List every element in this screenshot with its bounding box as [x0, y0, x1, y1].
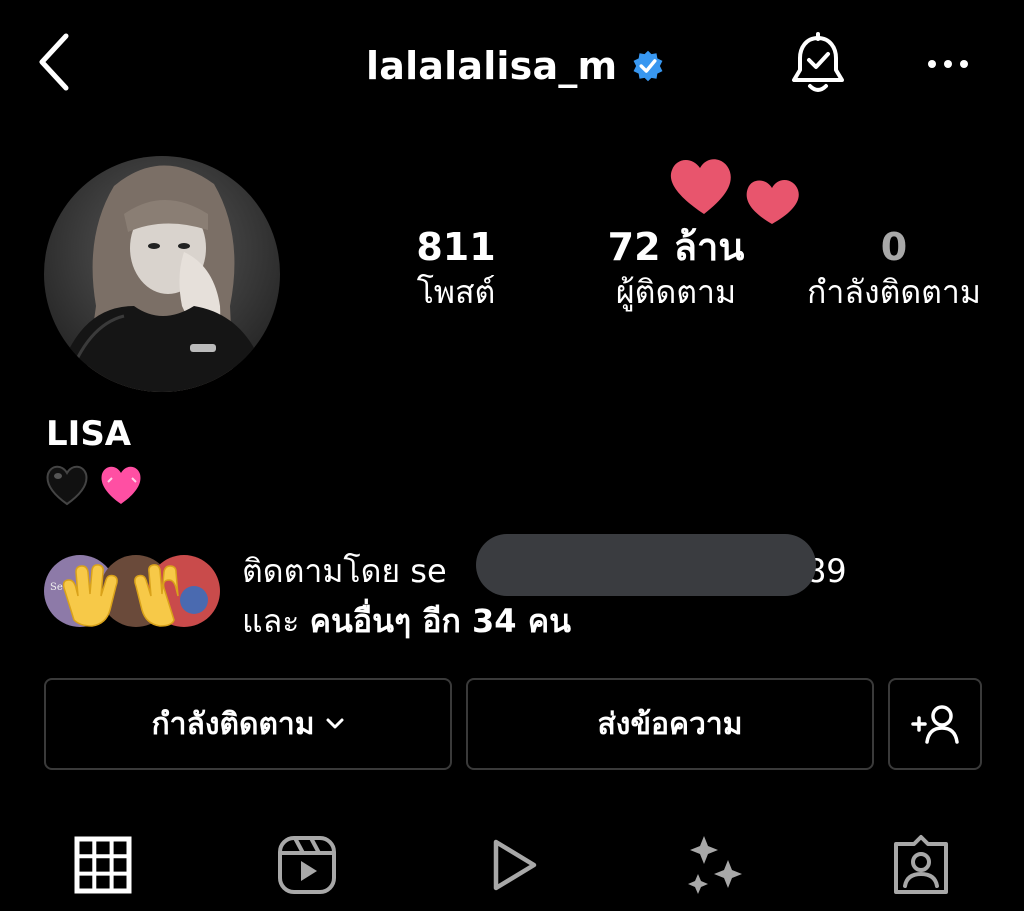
message-button-label: ส่งข้อความ — [597, 706, 743, 742]
suggested-accounts-button[interactable] — [888, 678, 982, 770]
tab-tagged[interactable] — [886, 832, 956, 898]
play-icon — [493, 839, 537, 891]
followed-by-prefix: ติดตามโดย — [242, 552, 411, 590]
more-options-button[interactable] — [922, 44, 974, 84]
followers-label: ผู้ติดตาม — [615, 273, 737, 311]
chevron-down-icon — [326, 718, 344, 729]
message-button[interactable]: ส่งข้อความ — [466, 678, 874, 770]
pink-heart-icon — [101, 466, 141, 504]
following-button-label: กำลังติดตาม — [151, 706, 315, 742]
followed-by-and: และ — [242, 602, 310, 640]
profile-avatar[interactable] — [44, 156, 280, 392]
hearts-sticker-icon — [670, 159, 799, 224]
profile-username-header: lalalalisa_m — [366, 36, 665, 96]
avatar-photo — [44, 156, 280, 392]
notifications-button[interactable] — [786, 32, 850, 98]
followed-by-user-start: se — [410, 552, 447, 590]
mutual-followers-avatars[interactable]: Seou — [44, 550, 224, 632]
tab-reels[interactable] — [272, 832, 342, 898]
username: lalalalisa_m — [366, 44, 618, 88]
more-horizontal-icon — [928, 60, 968, 68]
sparkles-icon — [688, 836, 742, 894]
following-label: กำลังติดตาม — [807, 273, 981, 311]
tagged-person-icon — [894, 835, 948, 894]
redaction-overlay — [476, 534, 816, 596]
following-count: 0 — [880, 225, 908, 269]
posts-label: โพสต์ — [416, 273, 496, 311]
tab-videos[interactable] — [478, 832, 548, 898]
tab-grid[interactable] — [68, 832, 138, 898]
chevron-left-icon — [39, 33, 69, 91]
display-name: LISA — [46, 414, 132, 454]
black-heart-icon — [46, 465, 88, 506]
followed-by-line-2: และ คนอื่นๆ อีก 34 คน — [242, 596, 847, 646]
stat-following[interactable]: 0 กำลังติดตาม — [794, 224, 994, 314]
reels-icon — [278, 836, 336, 894]
stat-followers[interactable]: 72 ล้าน ผู้ติดตาม — [590, 224, 762, 314]
grid-icon — [74, 836, 132, 894]
followed-by-others: คนอื่นๆ อีก 34 คน — [309, 602, 571, 640]
back-button[interactable] — [34, 30, 74, 94]
posts-count: 811 — [416, 225, 496, 269]
mutual-avatars-image: Seou — [44, 555, 220, 627]
followers-count: 72 ล้าน — [607, 225, 745, 269]
notification-bell-check-icon — [792, 32, 844, 92]
add-person-icon — [911, 705, 959, 744]
following-button[interactable]: กำลังติดตาม — [44, 678, 452, 770]
verified-badge-icon — [633, 50, 663, 82]
stat-posts[interactable]: 811 โพสต์ — [396, 224, 516, 314]
bio-emoji-row — [44, 462, 144, 512]
tab-effects[interactable] — [680, 832, 750, 898]
